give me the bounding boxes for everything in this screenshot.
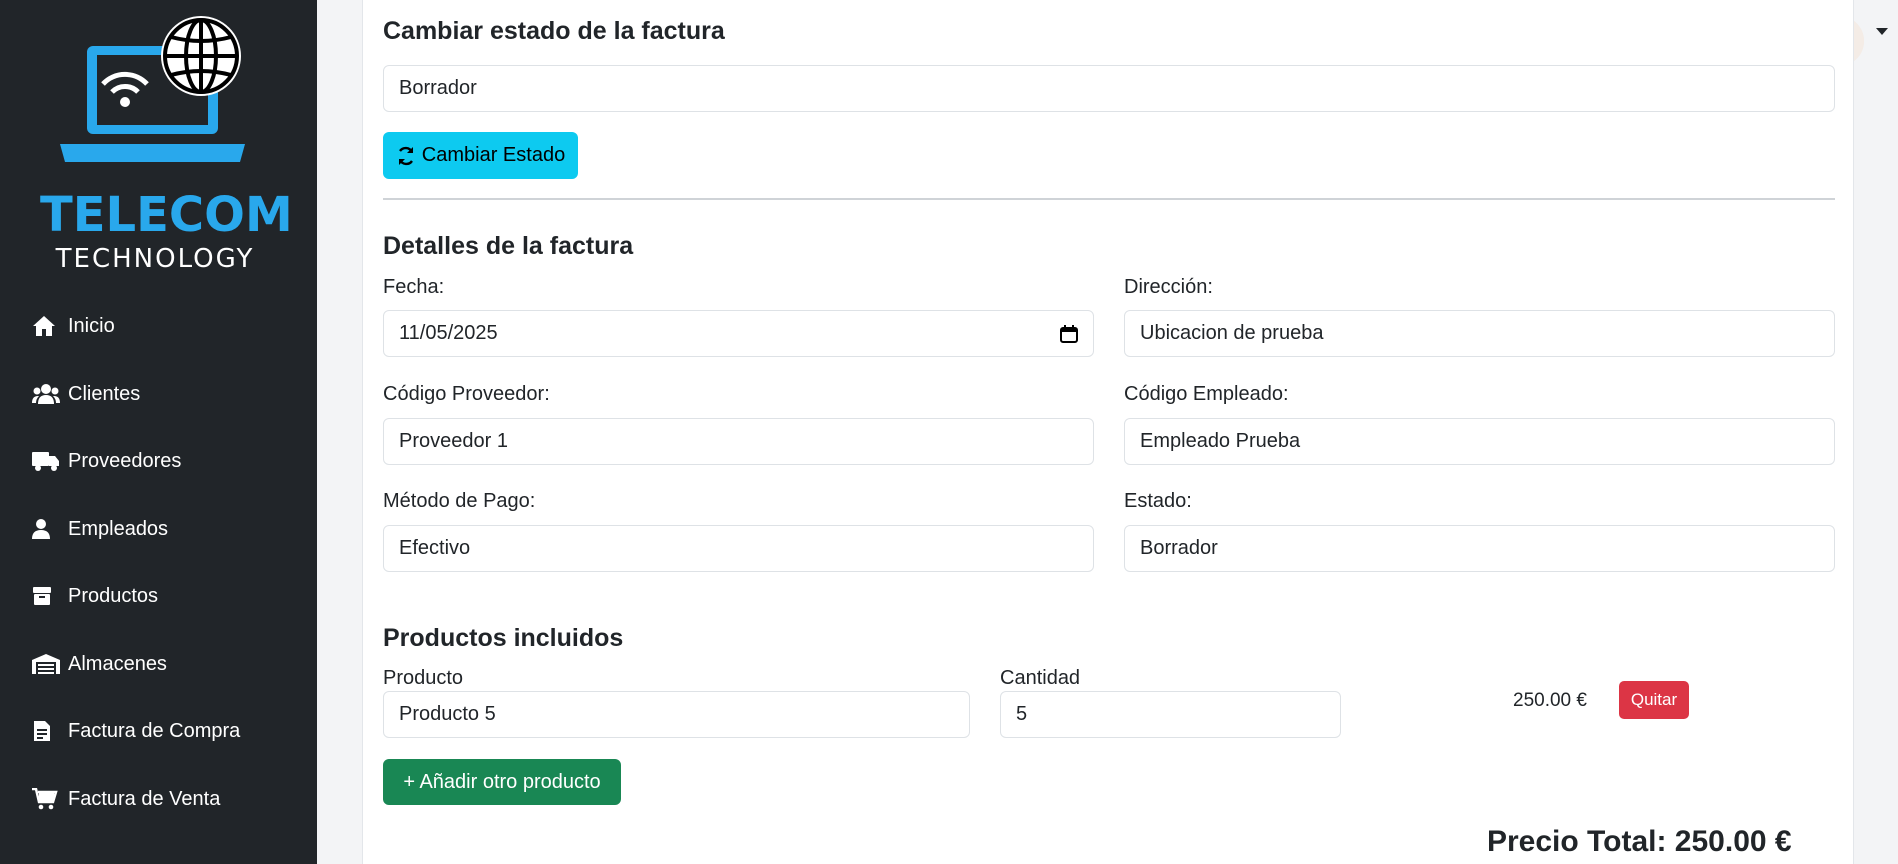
producto-header: Producto	[383, 667, 464, 689]
change-status-label: Cambiar Estado	[421, 144, 566, 166]
estado-field[interactable]: Borrador	[1124, 525, 1835, 572]
sidebar-item-factura-venta[interactable]: Factura de Venta	[32, 779, 220, 819]
add-product-button[interactable]: + Añadir otro producto	[383, 759, 621, 805]
status-select[interactable]: Borrador	[383, 65, 1835, 112]
brand-subtitle: TECHNOLOGY	[55, 244, 255, 274]
sidebar-item-proveedores[interactable]: Proveedores	[32, 441, 181, 481]
fecha-field[interactable]: 11/05/2025	[383, 310, 1094, 357]
sidebar-item-label: Clientes	[68, 382, 141, 405]
cantidad-header: Cantidad	[1000, 667, 1081, 689]
warehouse-icon	[32, 652, 60, 676]
sidebar-item-label: Almacenes	[68, 652, 167, 675]
truck-icon	[32, 449, 60, 473]
status-section-title: Cambiar estado de la factura	[383, 17, 725, 45]
home-icon	[32, 314, 60, 338]
sidebar-item-productos[interactable]: Productos	[32, 576, 158, 616]
direccion-label: Dirección:	[1124, 276, 1213, 298]
sidebar-item-label: Proveedores	[68, 449, 182, 472]
sidebar-item-label: Factura de Venta	[68, 787, 221, 810]
sidebar: TELECOM TECHNOLOGY Inicio Clientes Prove…	[0, 0, 317, 864]
empleado-field[interactable]: Empleado Prueba	[1124, 418, 1835, 465]
products-title: Productos incluidos	[383, 624, 624, 652]
laptop-globe-icon	[60, 16, 245, 162]
remove-product-button[interactable]: Quitar	[1619, 681, 1689, 719]
fecha-value: 11/05/2025	[399, 322, 498, 344]
invoice-card: Cambiar estado de la factura Borrador Ca…	[362, 0, 1854, 864]
empleado-label: Código Empleado:	[1124, 383, 1289, 405]
cart-icon	[32, 787, 60, 811]
estado-label: Estado:	[1124, 490, 1192, 512]
file-invoice-icon	[32, 719, 60, 743]
direccion-field[interactable]: Ubicacion de prueba	[1124, 310, 1835, 357]
proveedor-field[interactable]: Proveedor 1	[383, 418, 1094, 465]
total-price: Precio Total: 250.00 €	[1487, 825, 1792, 858]
sidebar-item-label: Inicio	[68, 314, 115, 337]
metodo-pago-field[interactable]: Efectivo	[383, 525, 1094, 572]
sidebar-item-label: Empleados	[68, 517, 169, 540]
proveedor-label: Código Proveedor:	[383, 383, 550, 405]
calendar-icon[interactable]	[1060, 324, 1078, 343]
product-subtotal: 250.00 €	[1513, 690, 1587, 711]
users-icon	[32, 382, 60, 406]
details-title: Detalles de la factura	[383, 232, 634, 260]
telecom-logo: TELECOM TECHNOLOGY	[40, 12, 293, 274]
sidebar-item-inicio[interactable]: Inicio	[32, 306, 115, 346]
sidebar-item-clientes[interactable]: Clientes	[32, 374, 140, 414]
user-icon	[32, 517, 60, 541]
sidebar-item-factura-compra[interactable]: Factura de Compra	[32, 711, 240, 751]
divider	[383, 198, 1835, 200]
sidebar-item-empleados[interactable]: Empleados	[32, 509, 168, 549]
sidebar-item-label: Factura de Compra	[68, 719, 241, 742]
chevron-down-icon[interactable]	[1876, 28, 1888, 35]
fecha-label: Fecha:	[383, 276, 445, 298]
change-status-button[interactable]: Cambiar Estado	[383, 132, 578, 179]
brand-name: TELECOM	[40, 187, 293, 243]
sync-icon	[398, 146, 413, 165]
sidebar-item-almacenes[interactable]: Almacenes	[32, 644, 167, 684]
producto-field[interactable]: Producto 5	[383, 691, 970, 738]
box-icon	[32, 584, 60, 608]
metodo-pago-label: Método de Pago:	[383, 490, 536, 512]
sidebar-item-label: Productos	[68, 584, 159, 607]
cantidad-field[interactable]: 5	[1000, 691, 1341, 738]
